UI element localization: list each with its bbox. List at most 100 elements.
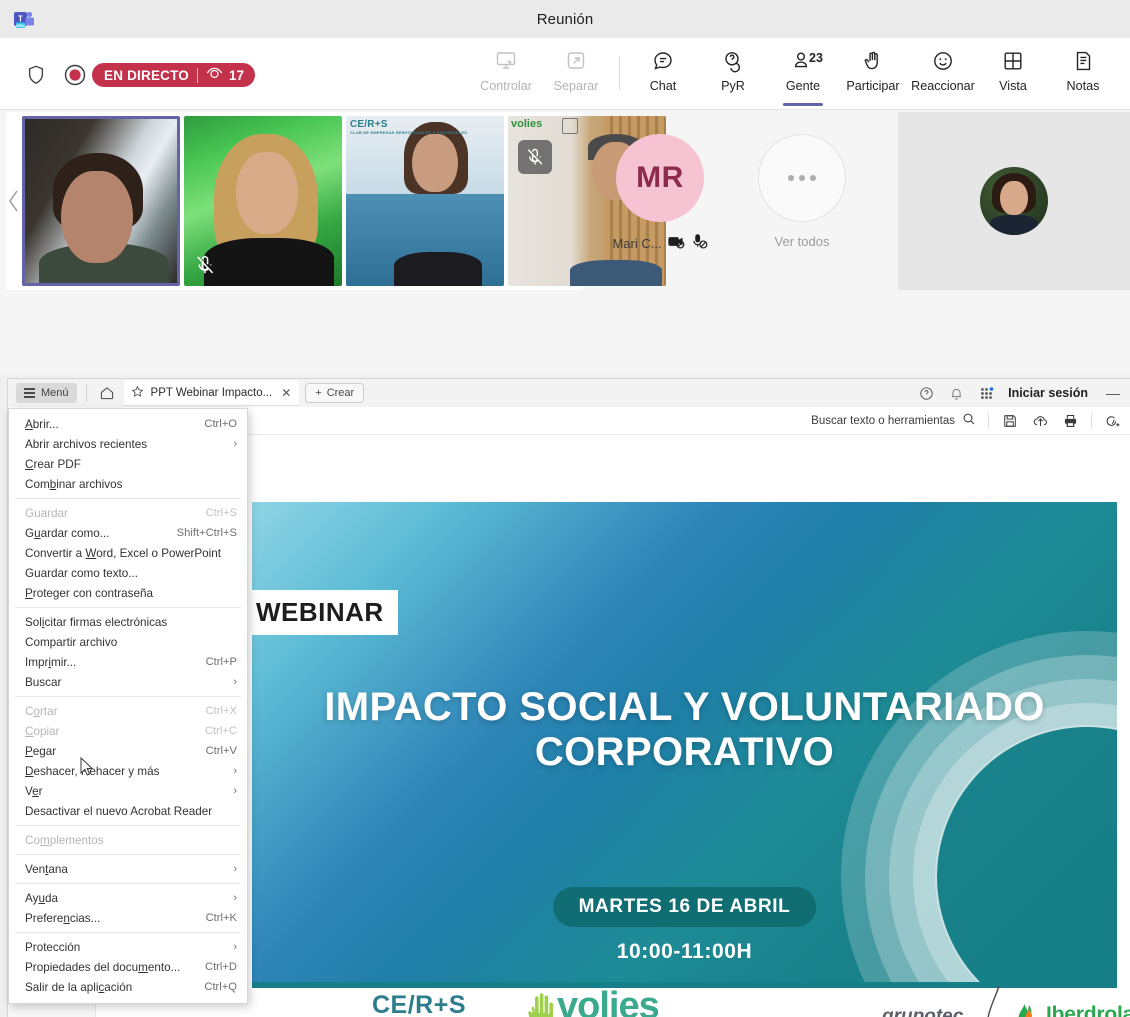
menu-item-label: Pegar [25, 744, 57, 758]
menu-item-combinar-archivos[interactable]: Combinar archivos [9, 474, 247, 494]
toolbar-item-participar[interactable]: Participar [838, 38, 908, 110]
active-speaker-panel[interactable] [898, 112, 1130, 290]
slide-title: IMPACTO SOCIAL Y VOLUNTARIADO CORPORATIV… [324, 685, 1045, 774]
menu-item-desactivar-el-nuevo-acrobat-reader[interactable]: Desactivar el nuevo Acrobat Reader [9, 801, 247, 821]
participant-see-all[interactable]: Ver todos [742, 134, 862, 249]
shield-icon[interactable] [24, 63, 48, 87]
toolbar-label: Reaccionar [911, 79, 975, 93]
menu-item-buscar[interactable]: Buscar › [9, 672, 247, 692]
video-tile-2[interactable] [184, 116, 342, 286]
home-icon[interactable] [96, 383, 118, 403]
menu-item-label: Guardar [25, 506, 68, 520]
menu-item-salir-de-la-aplicaci-n[interactable]: Salir de la aplicación Ctrl+Q [9, 977, 247, 997]
menu-item-guardar-como-texto[interactable]: Guardar como texto... [9, 563, 247, 583]
acrobat-menu-button[interactable]: Menú [16, 383, 77, 403]
menu-item-crear-pdf[interactable]: Crear PDF [9, 454, 247, 474]
chevron-right-icon: › [233, 676, 237, 688]
menu-item-protecci-n[interactable]: Protección › [9, 937, 247, 957]
cloud-upload-icon[interactable] [1031, 412, 1049, 430]
menu-separator [15, 696, 241, 697]
toolbar-item-pyr[interactable]: PyR [698, 38, 768, 110]
menu-separator [15, 498, 241, 499]
pdf-document-view[interactable]: WEBINAR IMPACTO SOCIAL Y VOLUNTARIADO CO… [96, 435, 1130, 1017]
toolbar-item-vista[interactable]: Vista [978, 38, 1048, 110]
menu-item-preferencias[interactable]: Preferencias... Ctrl+K [9, 908, 247, 928]
toolbar-item-notas[interactable]: Notas [1048, 38, 1118, 110]
notes-icon [1071, 46, 1095, 76]
menu-item-abrir-archivos-recientes[interactable]: Abrir archivos recientes › [9, 434, 247, 454]
microsoft-teams-logo: T NEW [12, 7, 36, 31]
star-icon[interactable] [131, 385, 144, 401]
menu-item-label: Proteger con contraseña [25, 586, 153, 600]
menu-item-proteger-con-contrase-a[interactable]: Proteger con contraseña [9, 583, 247, 603]
menu-item-complementos: Complementos [9, 830, 247, 850]
menu-item-convertir-a-word-excel-o-powerpoint[interactable]: Convertir a Word, Excel o PowerPoint [9, 543, 247, 563]
create-button[interactable]: + Crear [305, 383, 365, 403]
logo-volies: volies Voluntariado y Estrategia [527, 985, 667, 1017]
menu-separator [15, 825, 241, 826]
see-all-label-row: Ver todos [742, 234, 862, 249]
toolbar-label: Chat [649, 79, 677, 93]
menu-item-guardar-como[interactable]: Guardar como... Shift+Ctrl+S [9, 523, 247, 543]
save-floppy-icon[interactable] [1001, 412, 1019, 430]
toolbar-item-chat[interactable]: Chat [628, 38, 698, 110]
divider [988, 412, 989, 429]
create-button-label: Crear [326, 387, 355, 399]
menu-item-imprimir[interactable]: Imprimir... Ctrl+P [9, 652, 247, 672]
video-tile-1[interactable] [22, 116, 180, 286]
search-tools-button[interactable]: Buscar texto o herramientas [811, 412, 976, 429]
menu-item-pegar[interactable]: Pegar Ctrl+V [9, 741, 247, 761]
slide-footer: Organizan CE/R+S CLUB DE EMPRESAS RESPON… [252, 985, 1130, 1017]
live-status-badge[interactable]: EN DIRECTO 17 [92, 63, 256, 87]
menu-item-label: Convertir a Word, Excel o PowerPoint [25, 546, 221, 560]
toolbar-item-gente[interactable]: 23 Gente [768, 38, 838, 110]
gallery-prev-button[interactable] [6, 112, 22, 290]
divider [1091, 412, 1092, 429]
sign-in-button[interactable]: Iniciar sesión [1008, 386, 1088, 400]
bell-icon[interactable] [948, 385, 964, 401]
video-tile-3[interactable]: CE/R+S CLUB DE EMPRESAS RESPONSABLES Y S… [346, 116, 504, 286]
camera-off-icon [667, 234, 685, 252]
hand-icon [527, 992, 561, 1017]
raise-hand-icon [861, 46, 885, 76]
add-signature-icon[interactable] [1104, 412, 1122, 430]
minimize-button[interactable]: — [1102, 385, 1124, 401]
mouse-cursor [80, 756, 94, 782]
menu-item-propiedades-del-documento[interactable]: Propiedades del documento... Ctrl+D [9, 957, 247, 977]
record-dot-icon[interactable] [63, 63, 87, 87]
menu-item-abrir[interactable]: Abrir... Ctrl+O [9, 414, 247, 434]
menu-item-shortcut: Ctrl+P [205, 656, 237, 668]
menu-item-label: Ayuda [25, 891, 58, 905]
toolbar-label: Controlar [480, 79, 532, 93]
document-tab[interactable]: PPT Webinar Impacto... ✕ [123, 380, 300, 406]
menu-item-label: Preferencias... [25, 911, 101, 925]
menu-item-compartir-archivo[interactable]: Compartir archivo [9, 632, 247, 652]
divider [197, 67, 199, 83]
menu-item-deshacer-rehacer-y-m-s[interactable]: Deshacer, Rehacer y más › [9, 761, 247, 781]
help-circle-icon[interactable] [918, 385, 934, 401]
menu-item-ventana[interactable]: Ventana › [9, 859, 247, 879]
menu-item-shortcut: Ctrl+V [205, 745, 237, 757]
menu-item-ver[interactable]: Ver › [9, 781, 247, 801]
menu-separator [15, 607, 241, 608]
acrobat-menu-dropdown[interactable]: Abrir... Ctrl+O Abrir archivos recientes › C… [8, 408, 248, 1004]
close-icon[interactable]: ✕ [281, 386, 291, 400]
app-grid-icon[interactable] [978, 385, 994, 401]
menu-item-label: Abrir... [25, 417, 59, 431]
toolbar-item-separar[interactable]: Separar [541, 38, 611, 110]
menu-item-ayuda[interactable]: Ayuda › [9, 888, 247, 908]
menu-item-solicitar-firmas-electr-nicas[interactable]: Solicitar firmas electrónicas [9, 612, 247, 632]
menu-item-label: Compartir archivo [25, 635, 118, 649]
print-icon[interactable] [1061, 412, 1079, 430]
toolbar-item-reaccionar[interactable]: Reaccionar [908, 38, 978, 110]
logo-volies-title: volies [557, 985, 660, 1017]
people-count-badge: 23 [809, 51, 823, 65]
menu-item-shortcut: Ctrl+K [205, 912, 237, 924]
participant-mari[interactable]: MR Mari C... [600, 134, 720, 252]
video-overlay-logo-volies: volies [511, 118, 543, 130]
menu-item-label: Complementos [25, 833, 104, 847]
menu-item-label: Ver [25, 784, 43, 798]
menu-item-label: Desactivar el nuevo Acrobat Reader [25, 804, 213, 818]
chevron-right-icon: › [233, 785, 237, 797]
toolbar-item-controlar[interactable]: Controlar [471, 38, 541, 110]
